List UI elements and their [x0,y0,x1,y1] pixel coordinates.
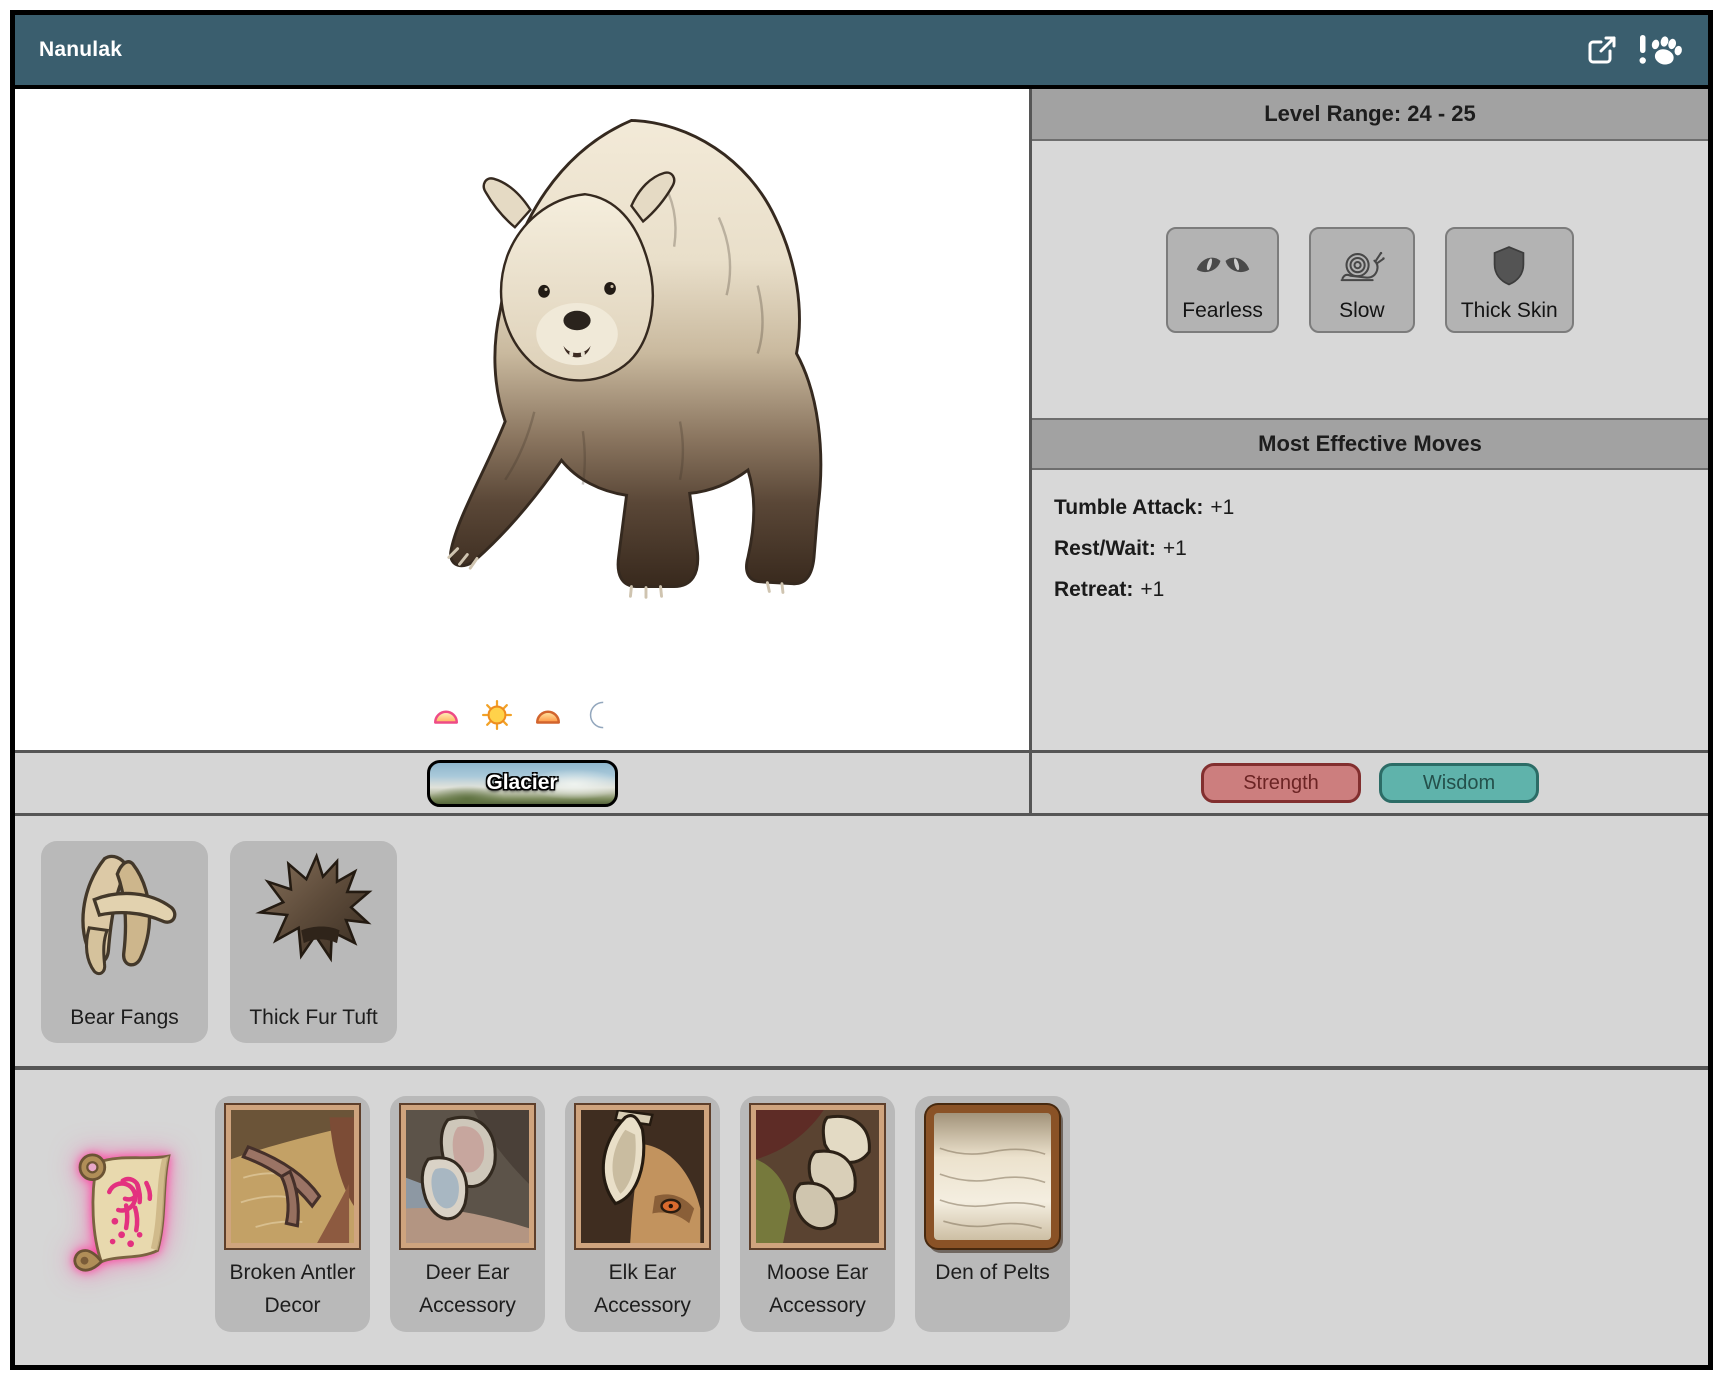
reward-item-deer-ear-accessory[interactable]: Deer Ear Accessory [390,1096,545,1332]
title-bar-actions [1584,32,1684,68]
fur-tuft-art [246,851,382,979]
move-row: Retreat: +1 [1054,578,1688,602]
glowing-scroll-icon[interactable] [58,1147,183,1282]
stat-strip: Strength Wisdom [1032,750,1708,813]
trait-label: Fearless [1182,299,1263,323]
biome-strip: Glacier [15,750,1029,813]
drop-item-bear-fangs[interactable]: Bear Fangs [41,841,208,1043]
reward-item-label: Deer Ear Accessory [390,1256,545,1322]
paw-alert-icon[interactable] [1638,32,1684,68]
creature-portrait [15,89,1029,750]
trait-fearless: Fearless [1166,227,1279,333]
drops-section: Bear Fangs Thick Fur Tuft [15,816,1708,1070]
den-of-pelts-art [926,1105,1059,1248]
move-name: Tumble Attack: [1054,496,1203,519]
move-name: Retreat: [1054,578,1133,601]
reward-item-label: Den of Pelts [929,1256,1055,1289]
reward-item-label: Moose Ear Accessory [740,1256,895,1322]
sunset-icon [533,702,563,728]
strength-button[interactable]: Strength [1201,763,1361,803]
trait-thick-skin: Thick Skin [1445,227,1574,333]
move-modifier: +1 [1140,578,1164,601]
active-times [431,700,614,730]
npc-profile-window: Nanulak [10,10,1713,1370]
move-name: Rest/Wait: [1054,537,1156,560]
external-link-icon[interactable] [1584,32,1620,68]
effective-moves-list: Tumble Attack: +1 Rest/Wait: +1 Retreat: +1 [1032,470,1708,750]
traits-area: Fearless Slow [1032,141,1708,418]
page-title: Nanulak [39,38,122,62]
moose-ear-art [751,1105,884,1248]
broken-antler-art [226,1105,359,1248]
trait-label: Thick Skin [1461,299,1558,323]
drop-item-label: Bear Fangs [70,1006,179,1030]
main-area: Glacier Level Range: 24 - 25 [15,89,1708,816]
reward-item-moose-ear-accessory[interactable]: Moose Ear Accessory [740,1096,895,1332]
sun-icon [482,700,512,730]
moves-header: Most Effective Moves [1032,418,1708,470]
elk-ear-art [576,1105,709,1248]
move-row: Tumble Attack: +1 [1054,496,1688,520]
biome-button-glacier[interactable]: Glacier [427,760,618,807]
snail-icon [1339,240,1385,292]
trait-slow: Slow [1309,227,1415,333]
sunrise-icon [431,702,461,728]
move-row: Rest/Wait: +1 [1054,537,1688,561]
reward-item-label: Broken Antler Decor [215,1256,370,1322]
title-bar: Nanulak [15,15,1708,89]
enemy-info-panel: Level Range: 24 - 25 Fearless [1032,89,1708,813]
move-modifier: +1 [1163,537,1187,560]
rewards-section: Broken Antler Decor Deer Ear Accessory [15,1070,1708,1365]
biome-label: Glacier [486,771,557,795]
reward-item-elk-ear-accessory[interactable]: Elk Ear Accessory [565,1096,720,1332]
quest-scroll-slot [45,1096,195,1332]
drop-item-thick-fur-tuft[interactable]: Thick Fur Tuft [230,841,397,1043]
creature-panel: Glacier [15,89,1032,813]
moon-icon [584,700,614,730]
nanulak-bear-illustration [322,101,902,606]
deer-ear-art [401,1105,534,1248]
cat-eyes-icon [1195,240,1251,292]
trait-label: Slow [1339,299,1385,323]
level-range-header: Level Range: 24 - 25 [1032,89,1708,141]
move-modifier: +1 [1210,496,1234,519]
shield-icon [1491,240,1527,292]
wisdom-button[interactable]: Wisdom [1379,763,1539,803]
drop-item-label: Thick Fur Tuft [249,1006,377,1030]
reward-item-broken-antler-decor[interactable]: Broken Antler Decor [215,1096,370,1332]
bear-fangs-art [59,851,191,979]
reward-item-label: Elk Ear Accessory [565,1256,720,1322]
reward-item-den-of-pelts[interactable]: Den of Pelts [915,1096,1070,1332]
